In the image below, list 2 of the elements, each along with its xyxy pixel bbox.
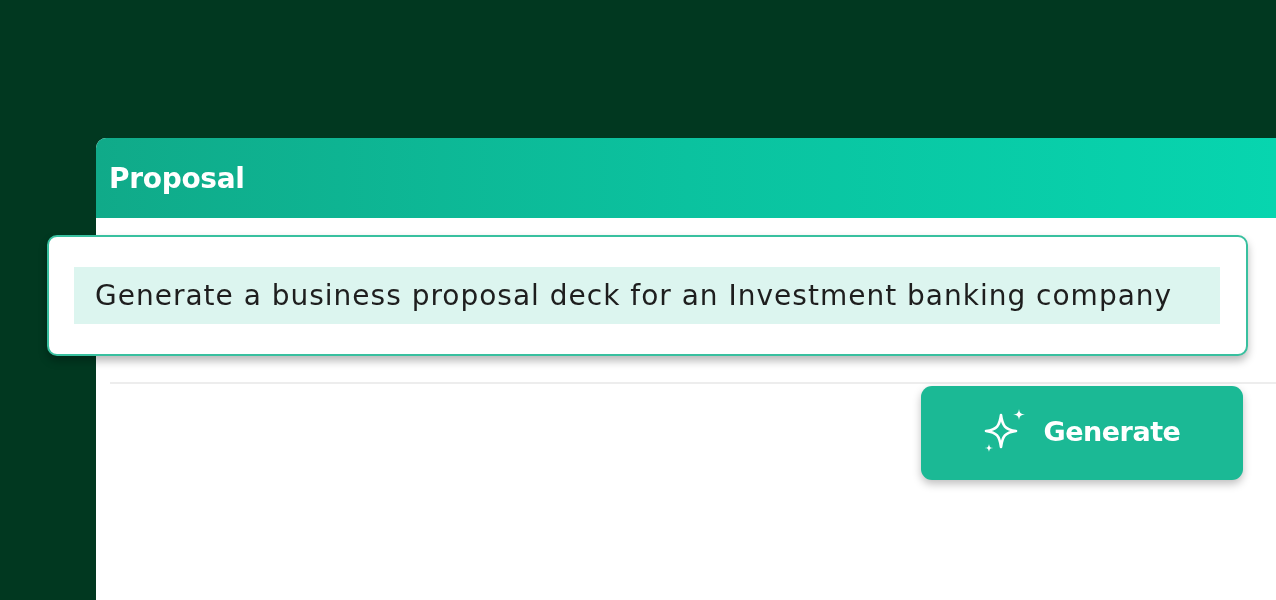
- prompt-field[interactable]: Generate a business proposal deck for an Investment banking company: [74, 267, 1220, 324]
- panel-title: Proposal: [109, 161, 245, 195]
